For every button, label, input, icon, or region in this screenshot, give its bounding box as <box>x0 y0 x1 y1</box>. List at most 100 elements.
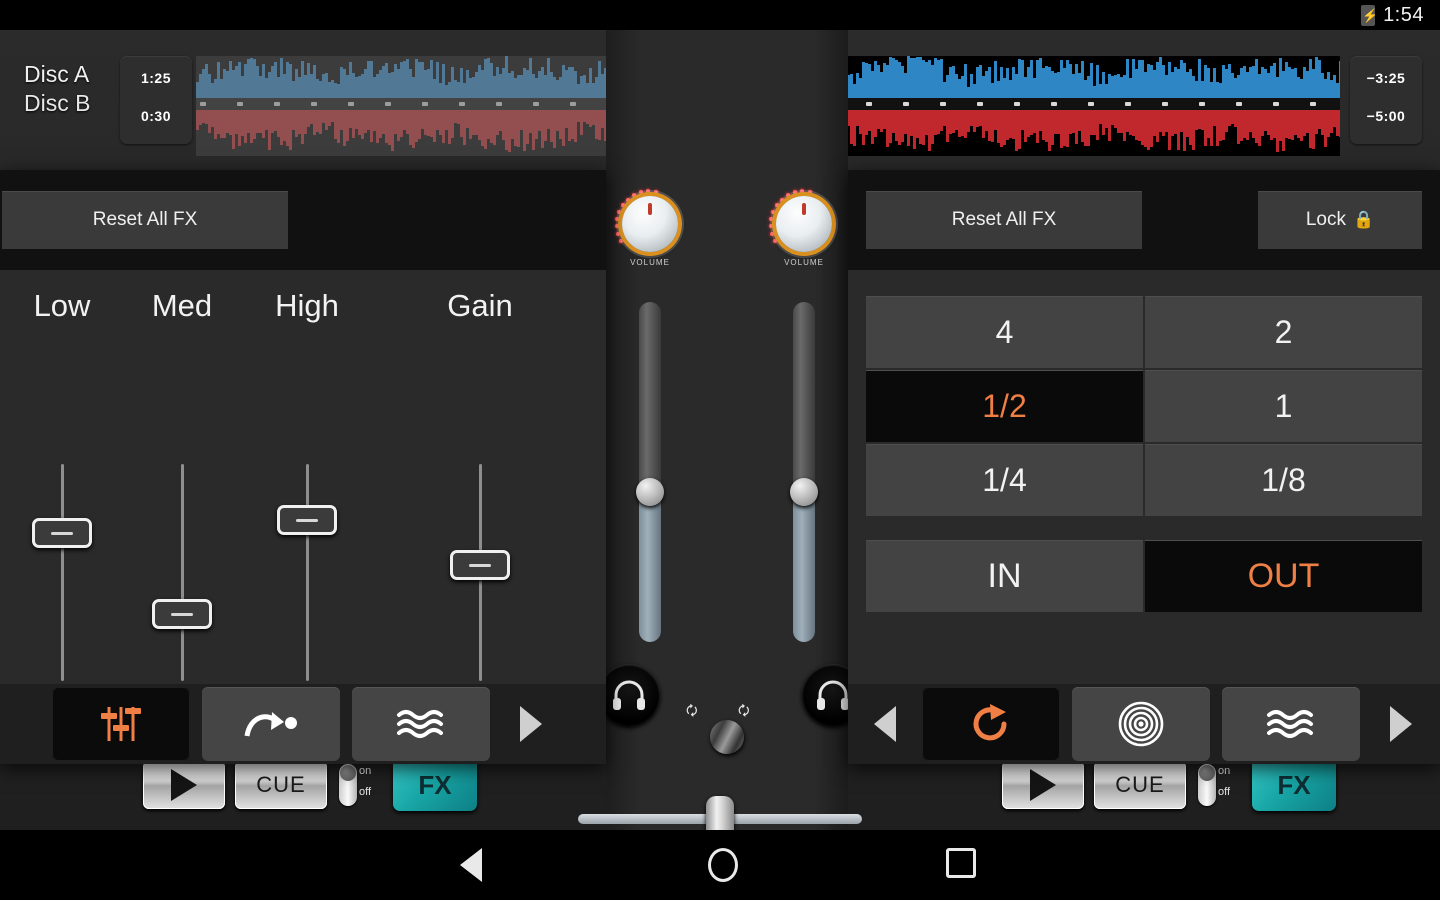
loop-cell-1-4[interactable]: 1/4 <box>866 444 1143 516</box>
elapsed-time-box[interactable]: 1:25 0:30 <box>120 56 192 144</box>
android-nav-bar <box>0 830 1440 900</box>
cue-button-b[interactable]: CUE <box>1094 761 1186 809</box>
eq-column-gain: Gain <box>418 270 542 681</box>
play-icon <box>1030 769 1056 801</box>
lock-button[interactable]: Lock 🔒 <box>1258 191 1422 249</box>
chevron-right-icon-b[interactable] <box>1390 706 1412 742</box>
cue-button-a[interactable]: CUE <box>235 761 327 809</box>
loop-row: 42 <box>866 296 1422 368</box>
sync-loop-icon-left[interactable]: 🗘 <box>686 702 698 724</box>
fx-tile-flanger-waves[interactable] <box>352 687 490 761</box>
phaser-rings-icon <box>1118 701 1164 747</box>
volume-knob-a[interactable] <box>622 196 678 252</box>
flanger-waves-icon <box>397 710 443 738</box>
loop-row: 1/2 1 <box>866 370 1422 442</box>
eq-slider-track-low[interactable] <box>61 464 64 681</box>
loop-cell-1-8[interactable]: 1/8 <box>1145 444 1422 516</box>
recent-apps-icon[interactable] <box>946 848 976 878</box>
loop-in-button[interactable]: IN <box>866 540 1143 612</box>
chevron-right-icon-a[interactable] <box>520 706 542 742</box>
fx-tile-phaser-rings[interactable] <box>1072 687 1210 761</box>
fx-button-a[interactable]: FX <box>393 759 477 811</box>
center-mixer: VOLUME VOLUME 🗘 🗘 <box>598 30 864 830</box>
cue-headphone-button-a[interactable] <box>598 664 660 726</box>
loop-cell-4[interactable]: 4 <box>866 296 1143 368</box>
transport-deck-a: CUE on off FX <box>143 758 477 812</box>
eq-faders-icon <box>101 707 141 741</box>
loop-row: 1/4 1/8 <box>866 444 1422 516</box>
reset-all-fx-button-b[interactable]: Reset All FX <box>866 191 1142 249</box>
channel-fader-b[interactable] <box>790 302 818 642</box>
toggle-on-label: on <box>1218 765 1231 777</box>
fx-panel-deck-a: Reset All FX Low Med High Gain <box>0 170 606 764</box>
eq-slider-area: Low Med High Gain <box>0 270 606 684</box>
sync-loop-icon-right[interactable]: 🗘 <box>738 702 750 724</box>
headphones-icon <box>613 680 645 710</box>
fx-onoff-toggle-a[interactable]: on off <box>337 762 383 808</box>
battery-charging-icon: ⚡ <box>1361 4 1376 26</box>
loop-cell-2[interactable]: 2 <box>1145 296 1422 368</box>
volume-a-label: VOLUME <box>630 258 670 267</box>
fx-tile-loop-roll[interactable] <box>922 687 1060 761</box>
play-icon <box>171 769 197 801</box>
deck-b-elapsed: 0:30 <box>140 108 172 124</box>
eq-label-high: High <box>275 288 339 323</box>
fx-tile-flanger-waves[interactable] <box>1222 687 1360 761</box>
fx-selector-row-b <box>848 684 1440 764</box>
dj-app-body: Disc A Disc B 1:25 0:30 −3:25 −5:00 VOLU… <box>0 30 1440 846</box>
channel-fader-a-fill <box>639 492 661 642</box>
android-status-bar: ⚡ 1:54 <box>0 0 1440 30</box>
eq-label-med: Med <box>151 288 213 323</box>
gate-arrow-icon <box>244 712 297 737</box>
toggle-switch-handle[interactable] <box>339 764 357 806</box>
toggle-switch-handle[interactable] <box>1198 764 1216 806</box>
eq-slider-thumb-high[interactable] <box>277 505 337 535</box>
deck-labels: Disc A Disc B <box>24 60 116 118</box>
deck-b-remaining: −5:00 <box>1366 108 1406 124</box>
chevron-left-icon-b[interactable] <box>874 706 896 742</box>
fx-selector-row-a <box>0 684 606 764</box>
status-clock: 1:54 <box>1383 3 1424 26</box>
eq-column-low: Low <box>0 270 124 681</box>
eq-slider-thumb-med[interactable] <box>152 599 212 629</box>
fx-button-b[interactable]: FX <box>1252 759 1336 811</box>
transport-deck-b: CUE on off FX <box>1002 758 1336 812</box>
deck-a-elapsed: 1:25 <box>140 70 172 86</box>
fx-onoff-toggle-b[interactable]: on off <box>1196 762 1242 808</box>
fx-panel-deck-b: Reset All FX Lock 🔒 4 2 1/2 1 1/4 1/8 IN OUT <box>848 170 1440 764</box>
loop-out-button[interactable]: OUT <box>1145 540 1422 612</box>
deck-a-remaining: −3:25 <box>1366 70 1406 86</box>
loop-inout-row: IN OUT <box>866 540 1422 612</box>
back-icon[interactable] <box>460 848 482 882</box>
reset-all-fx-button-a[interactable]: Reset All FX <box>2 191 288 249</box>
headphones-icon <box>817 680 849 710</box>
toggle-on-label: on <box>359 765 372 777</box>
play-button-b[interactable] <box>1002 761 1084 809</box>
channel-fader-b-fill <box>793 492 815 642</box>
home-icon[interactable] <box>708 848 738 882</box>
deck-b-label: Disc B <box>24 90 91 116</box>
eq-label-gain: Gain <box>447 288 513 323</box>
eq-slider-thumb-gain[interactable] <box>450 550 510 580</box>
eq-column-high: High <box>245 270 369 681</box>
battery-bolt-icon: ⚡ <box>1362 7 1376 23</box>
lock-icon: 🔒 <box>1352 210 1375 229</box>
toggle-off-label: off <box>1218 786 1231 798</box>
volume-knob-b[interactable] <box>776 196 832 252</box>
loop-cell-1-2[interactable]: 1/2 <box>866 370 1143 442</box>
eq-slider-track-high[interactable] <box>306 464 309 681</box>
deck-a-label: Disc A <box>24 61 90 87</box>
app-screen: ⚡ 1:54 Disc A Disc B 1:25 0:30 −3:25 −5:… <box>0 0 1440 900</box>
volume-b-label: VOLUME <box>784 258 824 267</box>
fx-tile-gate-arrow[interactable] <box>202 687 340 761</box>
loop-roll-icon <box>973 704 1007 741</box>
loop-length-grid: 4 2 1/2 1 1/4 1/8 IN OUT <box>848 270 1440 612</box>
toggle-off-label: off <box>359 786 372 798</box>
eq-slider-thumb-low[interactable] <box>32 518 92 548</box>
play-button-a[interactable] <box>143 761 225 809</box>
remaining-time-box[interactable]: −3:25 −5:00 <box>1350 56 1422 144</box>
fx-tile-eq-faders[interactable] <box>52 687 190 761</box>
eq-slider-track-med[interactable] <box>181 464 184 681</box>
loop-cell-1[interactable]: 1 <box>1145 370 1422 442</box>
channel-fader-a[interactable] <box>636 302 664 642</box>
